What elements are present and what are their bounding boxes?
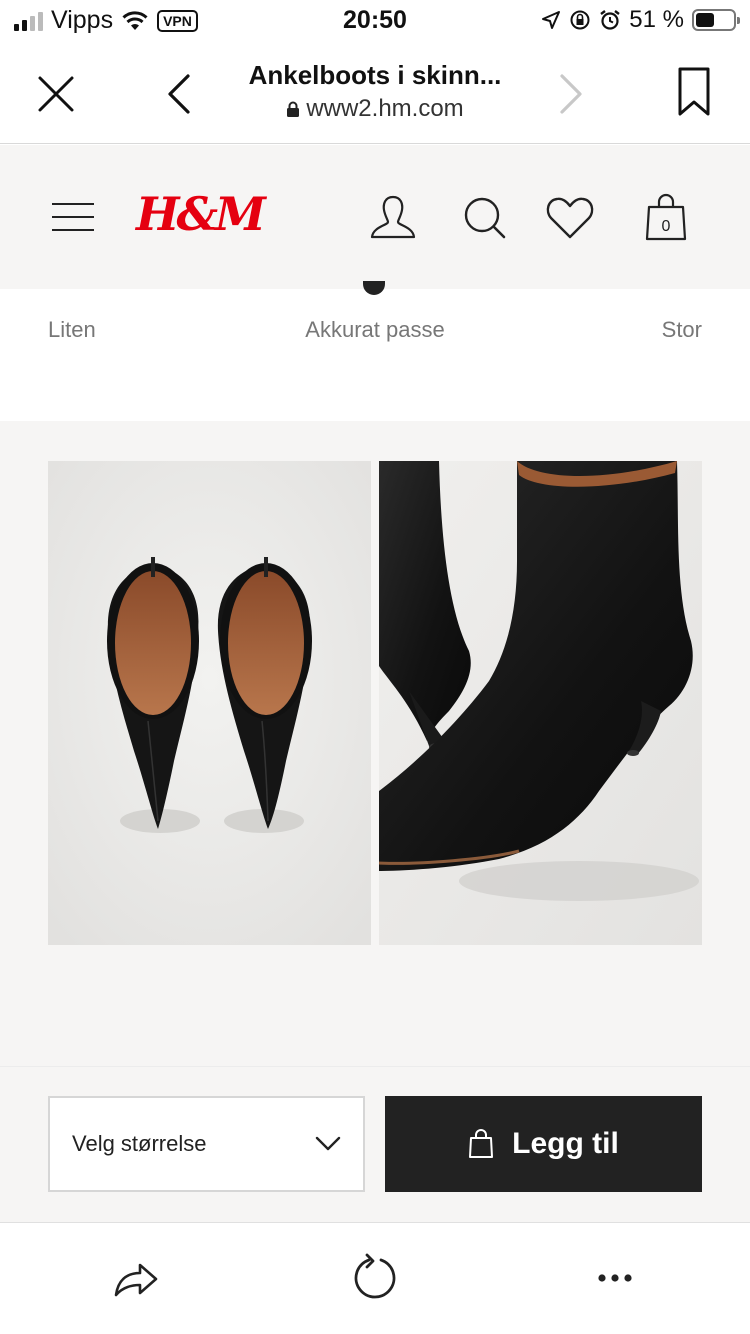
alarm-icon bbox=[600, 10, 621, 30]
heart-icon[interactable] bbox=[543, 191, 597, 245]
url-text: www2.hm.com bbox=[306, 95, 464, 122]
hm-logo[interactable]: H&M bbox=[136, 187, 266, 241]
battery-icon bbox=[692, 9, 740, 31]
address-bar[interactable]: Ankelboots i skinn... www2.hm.com bbox=[220, 60, 530, 123]
fit-indicator bbox=[363, 281, 385, 295]
share-icon[interactable] bbox=[110, 1253, 160, 1303]
size-select-label: Velg størrelse bbox=[72, 1131, 207, 1156]
back-icon[interactable] bbox=[162, 72, 198, 116]
page-title: Ankelboots i skinn... bbox=[248, 60, 502, 90]
close-icon[interactable] bbox=[36, 74, 76, 114]
account-icon[interactable] bbox=[366, 191, 420, 245]
fit-scale: Liten Akkurat passe Stor bbox=[0, 281, 750, 421]
shopping-bag-icon bbox=[469, 1129, 494, 1158]
bookmark-icon[interactable] bbox=[672, 66, 716, 118]
product-image-top-view[interactable] bbox=[48, 461, 371, 945]
fit-label-large: Stor bbox=[661, 317, 702, 342]
status-right: 51 % bbox=[541, 6, 740, 34]
menu-icon[interactable] bbox=[52, 203, 94, 233]
add-to-bag-label: Legg til bbox=[512, 1127, 619, 1160]
forward-icon[interactable] bbox=[552, 72, 588, 116]
product-gallery bbox=[0, 421, 750, 1066]
site-header: H&M 0 bbox=[0, 145, 750, 289]
add-to-bag-button[interactable]: Legg til bbox=[385, 1096, 702, 1192]
reload-icon[interactable] bbox=[350, 1253, 400, 1303]
bag-icon[interactable]: 0 bbox=[639, 191, 693, 245]
fit-label-just-right: Akkurat passe bbox=[305, 317, 445, 342]
search-icon[interactable] bbox=[458, 191, 512, 245]
product-image-side-view[interactable] bbox=[379, 461, 702, 945]
status-bar: Vipps VPN 20:50 51 % bbox=[0, 0, 750, 42]
purchase-bar: Velg størrelse Legg til bbox=[0, 1066, 750, 1222]
cart-count: 0 bbox=[662, 218, 671, 235]
url-row: www2.hm.com bbox=[220, 95, 530, 123]
more-icon[interactable] bbox=[590, 1253, 640, 1303]
battery-percent: 51 % bbox=[629, 6, 684, 33]
size-select[interactable]: Velg størrelse bbox=[48, 1096, 365, 1192]
lock-icon bbox=[287, 101, 300, 117]
browser-nav: Ankelboots i skinn... www2.hm.com bbox=[0, 42, 750, 144]
chevron-down-icon bbox=[315, 1136, 341, 1151]
location-icon bbox=[542, 11, 561, 29]
orientation-lock-icon bbox=[570, 10, 590, 30]
browser-toolbar bbox=[0, 1222, 750, 1334]
